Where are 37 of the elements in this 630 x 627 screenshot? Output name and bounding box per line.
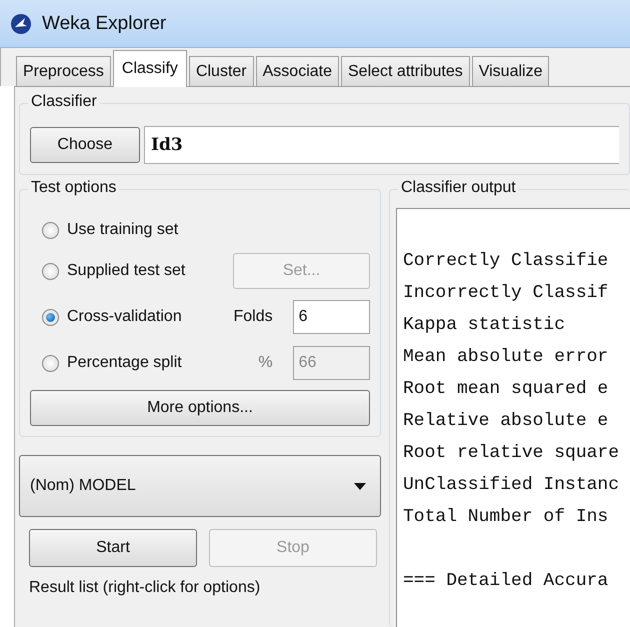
tab[interactable]: Associate [256, 56, 339, 86]
output-line: Correctly Classifie [403, 250, 610, 273]
class-dropdown[interactable]: (Nom) MODEL [19, 455, 381, 517]
more-options-button[interactable]: More options... [30, 390, 370, 426]
tab[interactable]: Preprocess [16, 56, 111, 86]
tab[interactable]: Cluster [188, 56, 254, 86]
output-line: Kappa statistic [403, 314, 566, 337]
tab[interactable]: Select attributes [341, 56, 470, 86]
choose-button[interactable]: Choose [30, 127, 140, 163]
group-title: Classifier output [398, 179, 519, 197]
dropdown-value: (Nom) MODEL [30, 477, 136, 495]
radio-button[interactable] [42, 308, 59, 326]
output-line: Mean absolute error [403, 346, 610, 369]
window-title: Weka Explorer [42, 12, 166, 34]
classifier-field[interactable]: Id3 [144, 126, 619, 164]
output-line: Total Number of Ins [403, 506, 610, 529]
output-line: Relative absolute e [403, 410, 610, 433]
option-label: Supplied test set [67, 262, 186, 280]
tab[interactable]: Classify [112, 50, 187, 87]
option-label: Cross-validation [67, 308, 183, 326]
option-label: Use training set [67, 221, 180, 239]
output-line: Incorrectly Classif [403, 282, 610, 305]
output-line: Root mean squared e [403, 378, 610, 401]
run-button[interactable]: Start [29, 529, 197, 567]
bird-logo-icon [10, 12, 32, 34]
caret-icon [354, 482, 366, 490]
tab[interactable]: Visualize [472, 56, 550, 86]
result-list-title: Result list (right-click for options) [28, 579, 262, 597]
field-label: Folds [232, 308, 273, 326]
group-title: Test options [28, 179, 120, 197]
radio-button[interactable] [42, 222, 59, 238]
output-line: === Detailed Accura [403, 570, 610, 593]
output-line: UnClassified Instanc [403, 474, 620, 497]
output-line: Root relative square [403, 442, 620, 465]
option-label: Percentage split [67, 354, 183, 372]
field-label: % [257, 354, 273, 372]
input-field[interactable]: 6 [292, 300, 370, 334]
